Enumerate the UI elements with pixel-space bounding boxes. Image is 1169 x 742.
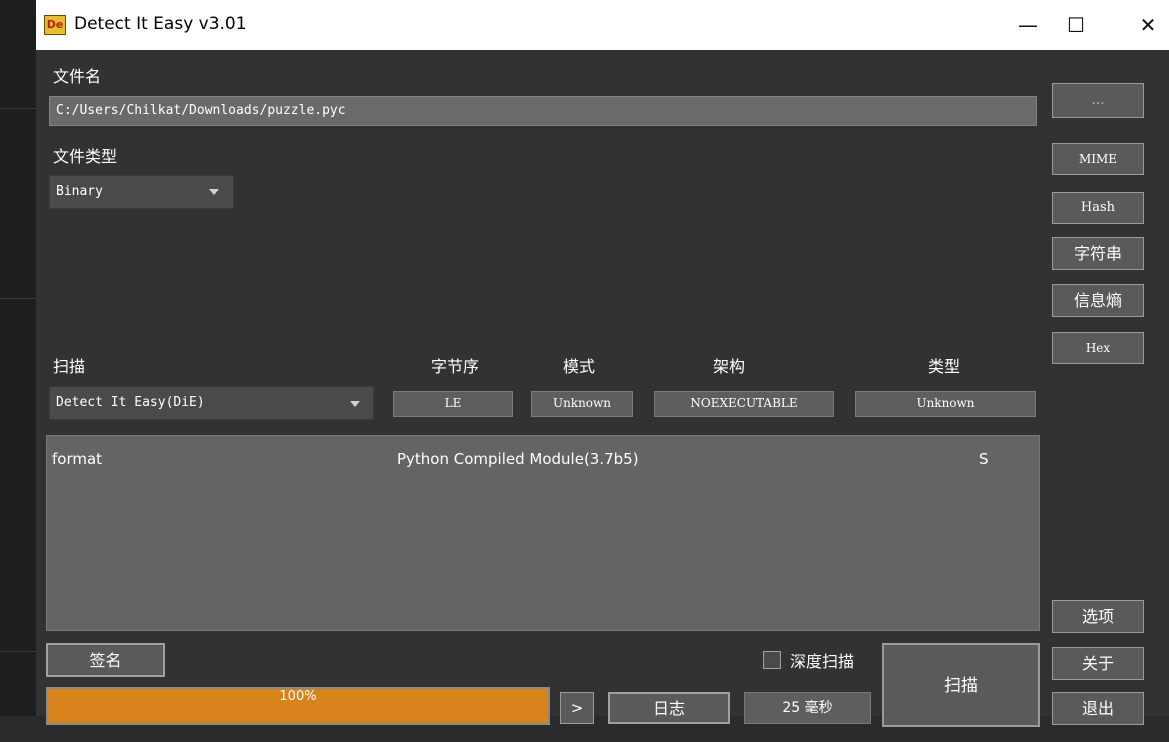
progress-bar: 100% <box>46 687 550 725</box>
mode-label: 模式 <box>562 357 595 376</box>
app-logo-icon: De <box>44 15 66 35</box>
scan-engine-selected: Detect It Easy(DiE) <box>56 395 205 410</box>
elapsed-time: 25 毫秒 <box>744 692 871 724</box>
mode-value[interactable]: Unknown <box>531 391 633 417</box>
close-button[interactable]: ✕ <box>1128 10 1168 40</box>
arrow-right-button[interactable]: > <box>560 692 594 724</box>
architecture-value[interactable]: NOEXECUTABLE <box>654 391 834 417</box>
file-name-label: 文件名 <box>53 67 102 86</box>
endianness-value[interactable]: LE <box>393 391 513 417</box>
exit-button[interactable]: 退出 <box>1052 692 1144 725</box>
file-path-input[interactable]: C:/Users/Chilkat/Downloads/puzzle.pyc <box>49 96 1037 126</box>
type-label: 类型 <box>927 357 960 376</box>
result-value: Python Compiled Module(3.7b5) <box>397 450 639 468</box>
browse-button[interactable]: ... <box>1052 83 1144 118</box>
hash-button[interactable]: Hash <box>1052 192 1144 224</box>
file-type-selected: Binary <box>56 184 103 199</box>
deep-scan-checkbox[interactable] <box>763 651 781 669</box>
scan-label: 扫描 <box>53 357 86 376</box>
chevron-down-icon <box>350 401 360 407</box>
scan-button[interactable]: 扫描 <box>882 643 1040 727</box>
file-type-dropdown[interactable]: Binary <box>49 175 234 209</box>
result-key: format <box>52 450 103 468</box>
deep-scan-label: 深度扫描 <box>790 652 855 671</box>
architecture-label: 架构 <box>712 357 745 376</box>
endianness-label: 字节序 <box>430 357 479 376</box>
progress-text: 100% <box>279 689 317 704</box>
signatures-button[interactable]: 签名 <box>46 643 165 677</box>
mime-button[interactable]: MIME <box>1052 143 1144 175</box>
maximize-button[interactable]: ☐ <box>1056 10 1096 40</box>
result-flag: S <box>979 450 989 468</box>
hex-button[interactable]: Hex <box>1052 332 1144 364</box>
chevron-down-icon <box>209 189 219 195</box>
type-value[interactable]: Unknown <box>855 391 1036 417</box>
about-button[interactable]: 关于 <box>1052 647 1144 680</box>
background-strip <box>0 0 36 742</box>
entropy-button[interactable]: 信息熵 <box>1052 284 1144 317</box>
window-title: Detect It Easy v3.01 <box>74 14 247 34</box>
results-panel[interactable]: format Python Compiled Module(3.7b5) S <box>46 435 1040 631</box>
options-button[interactable]: 选项 <box>1052 600 1144 633</box>
file-type-label: 文件类型 <box>53 147 118 166</box>
strings-button[interactable]: 字符串 <box>1052 237 1144 270</box>
log-button[interactable]: 日志 <box>608 692 730 724</box>
scan-engine-dropdown[interactable]: Detect It Easy(DiE) <box>49 386 374 420</box>
minimize-button[interactable]: — <box>1008 10 1048 40</box>
